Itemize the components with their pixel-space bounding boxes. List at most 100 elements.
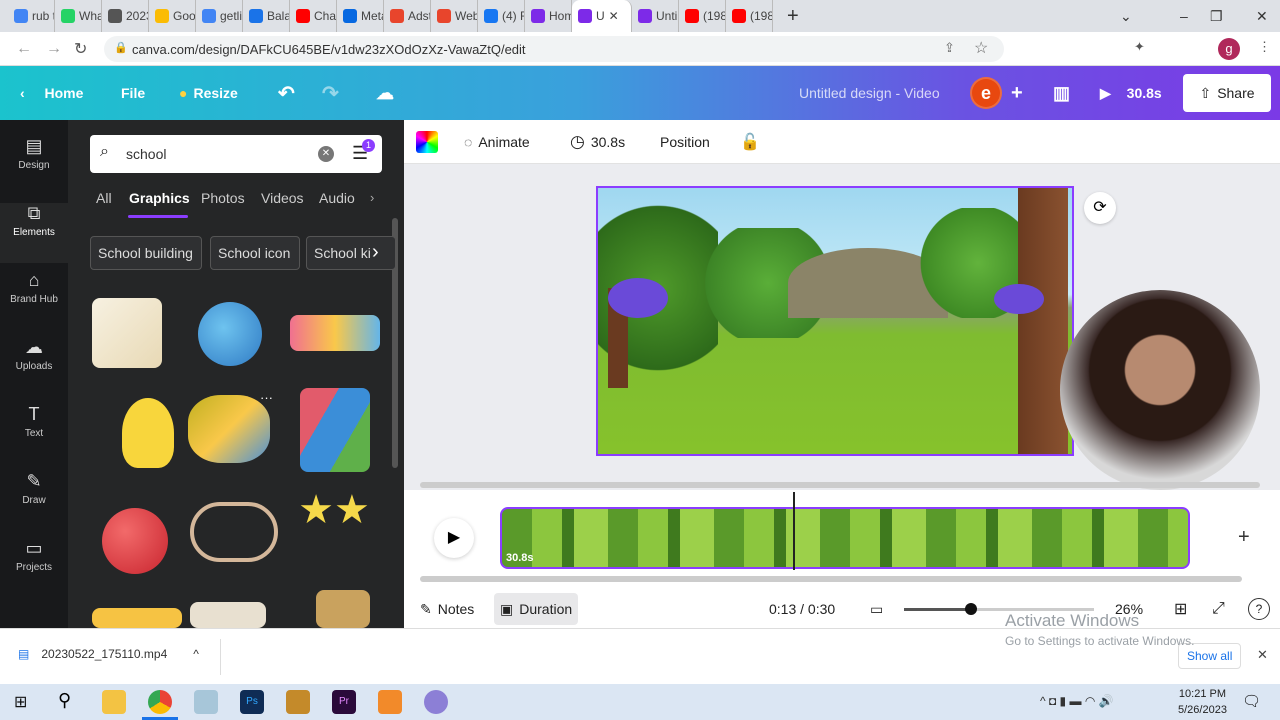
rail-item-design[interactable]: ▤ Design	[0, 136, 68, 171]
filter-tab-photos[interactable]: Photos	[201, 190, 245, 206]
photoshop-icon[interactable]: Ps	[240, 690, 264, 714]
suggestion-chip[interactable]: School ki	[306, 236, 396, 270]
file-button[interactable]: File	[121, 66, 145, 120]
file-explorer-icon[interactable]	[102, 690, 126, 714]
reload-button[interactable]: ↻	[74, 39, 87, 59]
show-all-button[interactable]: Show all	[1178, 643, 1242, 669]
filter-tab-audio[interactable]: Audio	[319, 190, 355, 206]
suggestion-chip[interactable]: School icon	[210, 236, 300, 270]
minimize-button[interactable]: –	[1180, 0, 1188, 32]
browser-tab[interactable]: rub t	[8, 0, 55, 32]
zoom-level[interactable]: 26%	[1115, 590, 1143, 628]
graphic-lightbulb[interactable]	[122, 398, 174, 468]
page-view-icon[interactable]: ▭	[870, 590, 883, 628]
rail-item-uploads[interactable]: ☁ Uploads	[0, 337, 68, 372]
tab-search-button[interactable]: ⌄	[1120, 0, 1132, 32]
profile-avatar[interactable]: g	[1218, 38, 1240, 60]
graphic-bus[interactable]	[92, 608, 182, 628]
app-icon-2[interactable]	[286, 690, 310, 714]
chevron-up-icon[interactable]: ^	[193, 647, 199, 661]
graphic-notes-pencil[interactable]	[92, 298, 162, 368]
filter-tab-graphics[interactable]: Graphics	[129, 190, 190, 206]
timeline-play-button[interactable]: ▶	[434, 518, 474, 558]
recorder-icon[interactable]	[378, 690, 402, 714]
filter-tab-all[interactable]: All	[96, 190, 112, 206]
clock[interactable]: 10:21 PM 5/26/2023	[1178, 686, 1227, 718]
collaborator-avatar[interactable]: e	[970, 77, 1002, 109]
browser-tab[interactable]: Webs	[431, 0, 478, 32]
graphic-ruler[interactable]	[316, 590, 370, 628]
zoom-slider[interactable]	[904, 603, 1094, 615]
filter-tab-videos[interactable]: Videos	[261, 190, 304, 206]
graphic-globe[interactable]	[198, 302, 262, 366]
browser-tab[interactable]: Chan	[290, 0, 337, 32]
url-input[interactable]: 🔒 canva.com/design/DAFkCU645BE/v1dw23zXOd…	[104, 36, 1004, 62]
help-icon[interactable]: ?	[1248, 598, 1270, 620]
app-icon[interactable]	[194, 690, 218, 714]
share-page-icon[interactable]: ⇪	[944, 40, 955, 56]
browser-tab[interactable]: (198	[726, 0, 773, 32]
download-item[interactable]: ▤ 20230522_175110.mp4 ^	[18, 647, 199, 661]
search-taskbar-icon[interactable]: ⚲	[58, 690, 71, 711]
premiere-icon[interactable]: Pr	[332, 690, 356, 714]
menu-icon[interactable]: ⋮	[1258, 39, 1271, 55]
bookmark-star-icon[interactable]: ☆	[974, 38, 988, 58]
add-page-button[interactable]: +	[1238, 526, 1250, 549]
browser-tab[interactable]: (4) Fa	[478, 0, 525, 32]
close-window-button[interactable]: ✕	[1256, 0, 1268, 32]
cloud-save-icon[interactable]: ☁	[376, 66, 394, 120]
undo-button[interactable]: ↶	[278, 66, 295, 120]
lock-button[interactable]: 🔓	[740, 120, 760, 164]
add-collaborator-button[interactable]: +	[1011, 66, 1023, 120]
rail-item-brand-hub[interactable]: ⌂ Brand Hub	[0, 270, 68, 305]
browser-tab[interactable]: Meta	[337, 0, 384, 32]
animate-button[interactable]: ◌ Animate	[464, 120, 530, 164]
rail-item-projects[interactable]: ▭ Projects	[0, 538, 68, 573]
back-button[interactable]: ←	[16, 40, 32, 58]
refresh-page-button[interactable]: ⟳	[1084, 192, 1116, 224]
insights-icon[interactable]: ▥	[1053, 66, 1070, 120]
video-clip[interactable]: 30.8s	[500, 507, 1190, 569]
browser-tab[interactable]: getli	[196, 0, 243, 32]
position-button[interactable]: Position	[660, 120, 710, 164]
present-button[interactable]: ▶ 30.8s	[1100, 66, 1162, 120]
close-tab-icon[interactable]: ✕	[609, 9, 619, 23]
clear-search-icon[interactable]: ✕	[318, 146, 334, 162]
windows-start-icon[interactable]: ⊞	[14, 692, 27, 712]
notifications-icon[interactable]: 🗨	[1242, 692, 1261, 710]
browser-tab[interactable]: (198	[679, 0, 726, 32]
browser-tab[interactable]: What	[55, 0, 102, 32]
share-button[interactable]: ⇧ Share	[1183, 74, 1271, 112]
search-input[interactable]: ⌕ school ✕ ☰ 1	[90, 135, 382, 173]
video-page-canvas[interactable]	[596, 186, 1074, 456]
chrome-icon[interactable]	[148, 690, 172, 714]
resize-button[interactable]: ● Resize	[179, 66, 238, 120]
graphic-paperclips[interactable]	[190, 502, 278, 562]
tabs-scroll-right-icon[interactable]: ›	[370, 190, 374, 205]
suggestion-chip[interactable]: School building	[90, 236, 202, 270]
app-icon-3[interactable]	[424, 690, 448, 714]
browser-tab[interactable]: Balar	[243, 0, 290, 32]
more-options-icon[interactable]: ···	[260, 390, 273, 405]
graphic-books[interactable]	[190, 602, 266, 628]
home-button[interactable]: ‹ Home	[20, 66, 83, 120]
rail-item-draw[interactable]: ✎ Draw	[0, 471, 68, 506]
extensions-icon[interactable]: ✦	[1134, 39, 1145, 55]
system-tray-icons[interactable]: ^ ◘ ▮ ▬ ◠ 🔊	[1040, 694, 1114, 708]
graphic-paint[interactable]	[188, 395, 270, 463]
graphic-school-text[interactable]	[290, 315, 380, 351]
fullscreen-icon[interactable]: ⤢	[1212, 590, 1225, 628]
browser-tab[interactable]: Adsto	[384, 0, 431, 32]
chips-scroll-right-icon[interactable]: ›	[372, 241, 379, 264]
browser-tab[interactable]: 2023	[102, 0, 149, 32]
browser-tab[interactable]: Goog	[149, 0, 196, 32]
duration-button[interactable]: ◷ 30.8s	[570, 120, 625, 164]
browser-tab[interactable]: Unti	[632, 0, 679, 32]
color-picker-button[interactable]	[416, 120, 438, 164]
notes-button[interactable]: ✎ Notes	[420, 590, 474, 628]
browser-tab[interactable]: Hom	[525, 0, 572, 32]
graphic-apple[interactable]	[102, 508, 168, 574]
browser-tab[interactable]: U ✕	[572, 0, 632, 32]
new-tab-button[interactable]: +	[787, 5, 799, 28]
forward-button[interactable]: →	[46, 40, 62, 58]
